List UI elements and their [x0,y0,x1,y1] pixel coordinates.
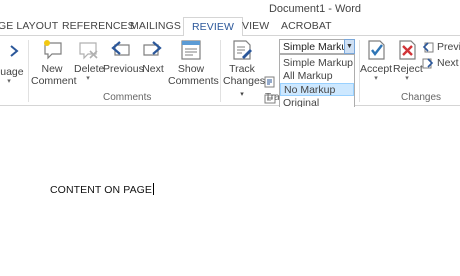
markup-select-value: Simple Markup [283,41,354,53]
new-comment-icon [44,40,62,60]
tab-references[interactable]: REFERENCES [62,20,135,32]
delete-comment-button[interactable]: Delete ▾ [74,39,105,83]
tab-view[interactable]: VIEW [242,20,269,32]
group-divider [220,40,221,102]
reject-button[interactable]: Reject ▾ [393,39,423,83]
chevron-down-icon: ▾ [240,91,244,98]
markup-option-simple[interactable]: Simple Markup [280,57,354,70]
changes-group-label: Changes [401,92,442,103]
accept-icon [368,40,385,60]
document-page[interactable]: CONTENT ON PAGE [0,107,460,276]
language-icon [10,45,19,57]
next-change-label: Next [437,57,459,69]
reject-label: Reject [393,63,423,75]
previous-change-icon [422,42,434,53]
markup-option-none[interactable]: No Markup [280,83,354,96]
chevron-down-icon[interactable]: ▼ [344,39,355,54]
tab-page-layout[interactable]: GE LAYOUT [0,20,58,32]
markup-select[interactable]: Simple Markup ▼ [279,39,355,54]
previous-change-label: Previo [437,41,460,53]
tab-mailings[interactable]: MAILINGS [130,20,181,32]
document-text-line[interactable]: CONTENT ON PAGE [50,183,155,196]
markup-option-all[interactable]: All Markup [280,70,354,83]
text-cursor [153,183,155,195]
ribbon: guage ▾ New Comment Delete ▾ Previous Ne… [0,36,460,122]
next-change-icon [422,58,434,69]
new-comment-label-1: New [41,63,63,75]
document-text: CONTENT ON PAGE [50,184,153,196]
chevron-down-icon: ▾ [7,78,11,85]
previous-comment-button[interactable]: Previous [103,39,144,75]
next-label: Next [142,63,164,75]
previous-comment-icon [111,41,130,56]
markup-dropdown-menu: Simple Markup All Markup No Markup Origi… [279,54,355,111]
comments-group-label: Comments [103,92,152,103]
language-label: guage [0,66,24,78]
window-title: Document1 - Word [268,3,362,15]
accept-label: Accept [360,63,393,75]
chevron-down-icon: ▾ [374,75,378,82]
reject-icon [399,40,416,60]
accept-button[interactable]: Accept ▾ [360,39,392,83]
title-bar: Document1 - Word [0,0,460,18]
delete-label: Delete [74,63,105,75]
previous-label: Previous [103,63,144,75]
new-comment-button[interactable]: New Comment [31,39,77,87]
show-comments-icon [181,40,201,60]
chevron-down-icon: ▾ [86,75,90,82]
ribbon-tabs: GE LAYOUT REFERENCES MAILINGS REVIEW VIE… [0,17,460,37]
show-comments-button[interactable]: Show Comments [168,39,219,87]
group-divider [28,40,29,102]
show-comments-label-1: Show [177,63,205,75]
show-comments-label-2: Comments [168,75,219,87]
language-button[interactable]: guage ▾ [0,42,24,86]
next-change-button[interactable]: Next [422,57,459,69]
display-for-review-button[interactable] [264,76,276,88]
markup-view-icon [264,76,275,88]
delete-comment-icon [79,42,98,60]
tab-review[interactable]: REVIEW [183,17,244,37]
chevron-down-icon: ▾ [405,75,409,82]
previous-change-button[interactable]: Previo [422,41,460,53]
new-comment-label-2: Comment [31,75,77,87]
track-changes-label-2: Changes [223,75,266,87]
next-comment-button[interactable]: Next [140,39,166,75]
next-comment-icon [143,41,162,56]
track-changes-label-1: Track [229,63,255,75]
tab-acrobat[interactable]: ACROBAT [281,20,332,32]
track-changes-icon [233,40,252,60]
track-changes-button[interactable]: Track Changes ▾ [223,39,265,101]
